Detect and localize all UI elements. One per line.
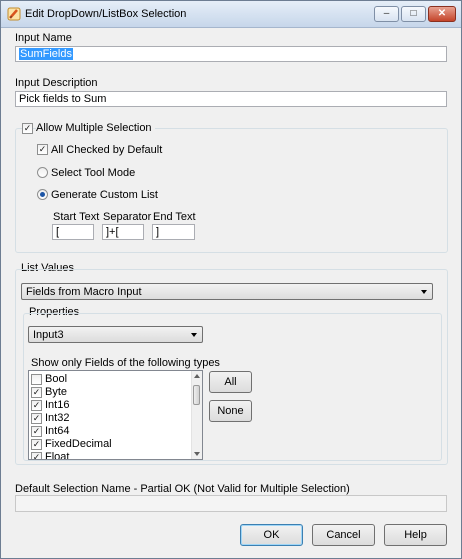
close-button[interactable]: ✕	[428, 6, 456, 22]
title-bar: Edit DropDown/ListBox Selection – □ ✕	[1, 1, 461, 28]
input-dropdown[interactable]: Input3	[28, 326, 203, 343]
maximize-button[interactable]: □	[401, 6, 426, 22]
ok-button[interactable]: OK	[240, 524, 303, 546]
select-tool-mode-label: Select Tool Mode	[51, 167, 136, 179]
end-text-field[interactable]: ]	[152, 224, 195, 240]
types-label: Show only Fields of the following types	[31, 357, 220, 369]
pencil-icon	[7, 7, 21, 21]
type-checkbox[interactable]: ✓	[31, 387, 42, 398]
input-name-label: Input Name	[15, 32, 72, 44]
select-all-button[interactable]: All	[209, 371, 252, 393]
scroll-thumb[interactable]	[193, 385, 200, 405]
window-title: Edit DropDown/ListBox Selection	[25, 8, 187, 20]
list-values-dropdown[interactable]: Fields from Macro Input	[21, 283, 433, 300]
all-checked-checkbox[interactable]: ✓	[37, 144, 48, 155]
type-checkbox[interactable]: ✓	[31, 413, 42, 424]
separator-field[interactable]: ]+[	[102, 224, 144, 240]
select-tool-mode-radio[interactable]	[37, 167, 48, 178]
list-scrollbar[interactable]	[191, 371, 202, 459]
start-text-field[interactable]: [	[52, 224, 94, 240]
list-values-selected: Fields from Macro Input	[26, 286, 142, 298]
default-selection-field[interactable]	[15, 495, 447, 512]
end-text-label: End Text	[153, 211, 196, 223]
select-none-button[interactable]: None	[209, 400, 252, 422]
help-button[interactable]: Help	[384, 524, 447, 546]
chevron-down-icon	[191, 333, 197, 337]
type-checkbox[interactable]	[31, 374, 42, 385]
chevron-down-icon	[421, 290, 427, 294]
field-types-list[interactable]: Bool ✓ Byte ✓ Int16 ✓ Int32 ✓ Int64 ✓ FixedDe…	[28, 370, 203, 460]
scroll-up-icon[interactable]	[194, 374, 200, 378]
input-description-field[interactable]: Pick fields to Sum	[15, 91, 447, 107]
input-description-label: Input Description	[15, 77, 98, 89]
allow-multiple-checkbox[interactable]: ✓	[22, 123, 33, 134]
separator-label: Separator	[103, 211, 152, 223]
type-checkbox[interactable]: ✓	[31, 400, 42, 411]
type-checkbox[interactable]: ✓	[31, 426, 42, 437]
dialog-window: Edit DropDown/ListBox Selection – □ ✕ In…	[0, 0, 462, 559]
generate-custom-list-label: Generate Custom List	[51, 189, 158, 201]
type-checkbox[interactable]: ✓	[31, 452, 42, 459]
input-dropdown-selected: Input3	[33, 329, 64, 341]
default-selection-label: Default Selection Name - Partial OK (Not…	[15, 483, 350, 495]
allow-multiple-label: Allow Multiple Selection	[36, 122, 155, 134]
input-name-value: SumFields	[19, 48, 73, 60]
type-checkbox[interactable]: ✓	[31, 439, 42, 450]
scroll-down-icon[interactable]	[194, 452, 200, 456]
start-text-label: Start Text	[53, 211, 100, 223]
generate-custom-list-radio[interactable]	[37, 189, 48, 200]
cancel-button[interactable]: Cancel	[312, 524, 375, 546]
input-name-field[interactable]: SumFields	[15, 46, 447, 62]
minimize-button[interactable]: –	[374, 6, 399, 22]
all-checked-label: All Checked by Default	[51, 144, 163, 156]
